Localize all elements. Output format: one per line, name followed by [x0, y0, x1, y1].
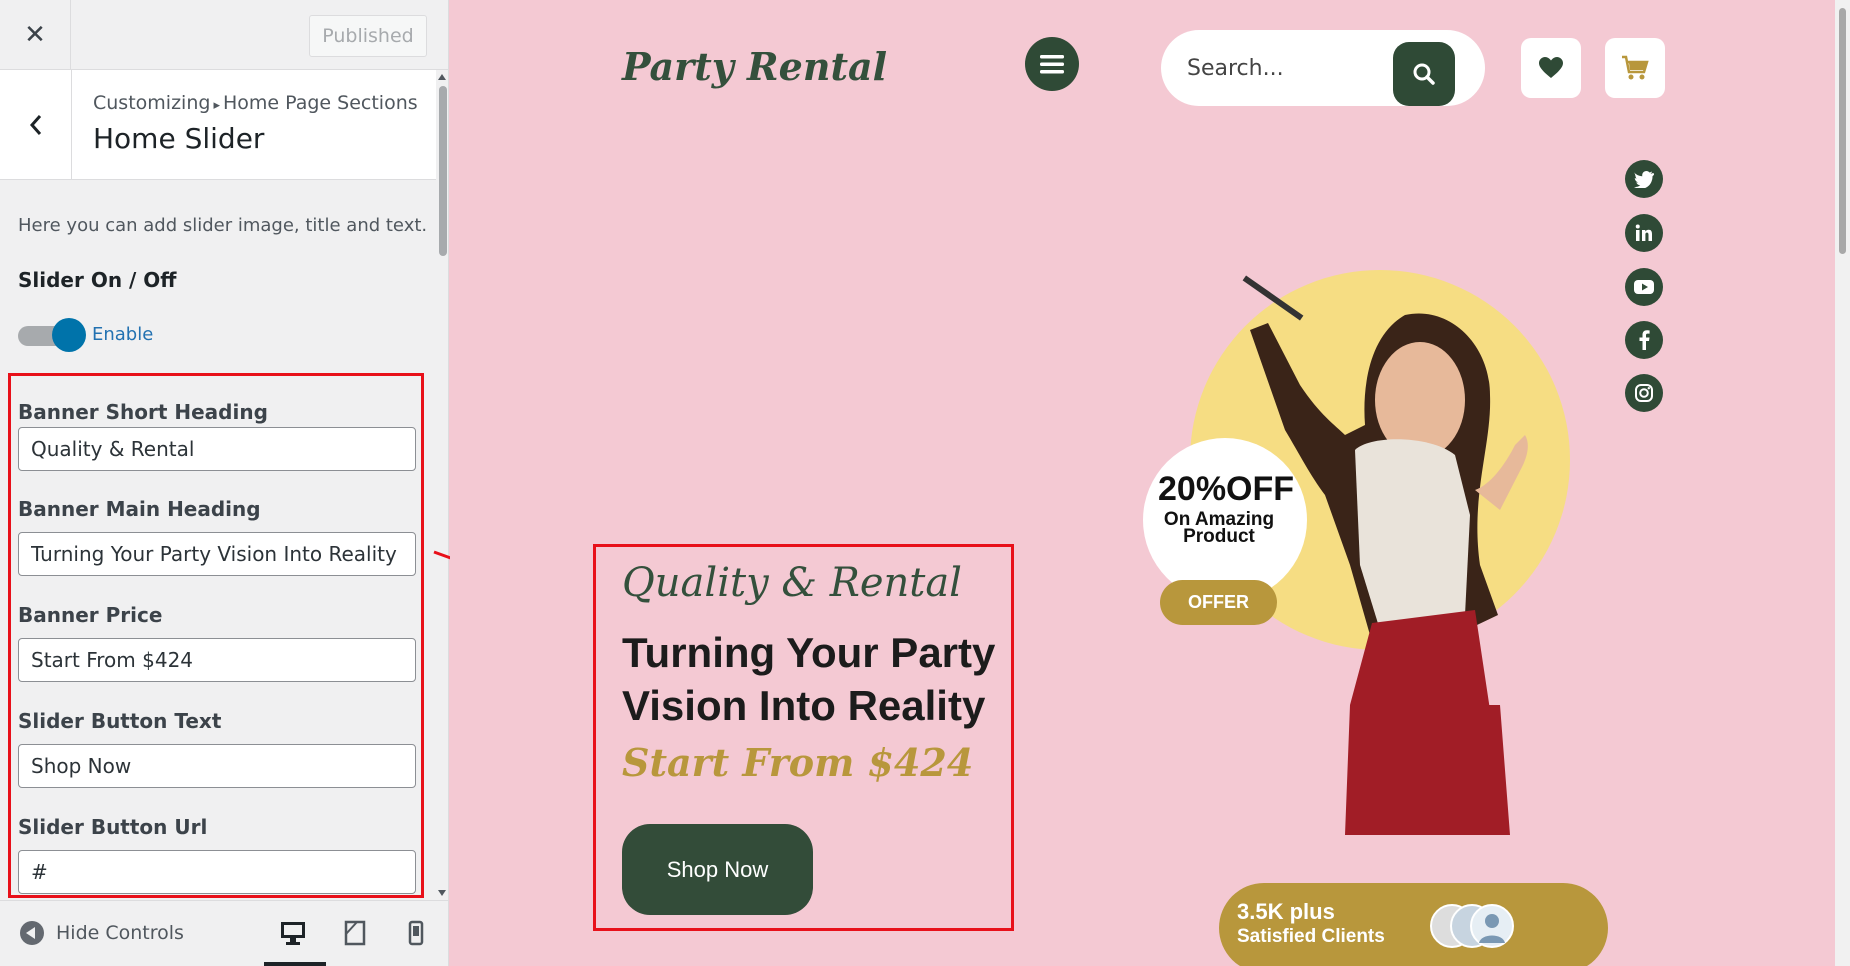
- toggle-knob: [52, 318, 86, 352]
- search-icon[interactable]: [1393, 42, 1455, 106]
- desktop-preview-icon[interactable]: [264, 915, 326, 966]
- banner-short-heading-input[interactable]: [18, 427, 416, 471]
- sidebar-scroll-thumb[interactable]: [439, 86, 447, 256]
- tablet-preview-icon[interactable]: [335, 915, 375, 951]
- slider-toggle[interactable]: [18, 318, 86, 352]
- preview-scroll-thumb[interactable]: [1839, 8, 1846, 254]
- clients-count: 3.5K plus: [1237, 899, 1335, 924]
- breadcrumb-root: Customizing: [93, 92, 211, 114]
- breadcrumb: Customizing ▸ Home Page Sections: [93, 92, 418, 114]
- client-avatars: [1430, 904, 1514, 948]
- banner-main-heading-label: Banner Main Heading: [18, 497, 261, 521]
- site-logo[interactable]: Party Rental: [622, 44, 887, 89]
- customizer-footer: Hide Controls: [0, 900, 448, 966]
- customizer-sidebar: ✕ Published Customizing ▸ Home Page Sectio…: [0, 0, 449, 966]
- clients-label: Satisfied Clients: [1237, 926, 1385, 947]
- hide-controls-button[interactable]: Hide Controls: [20, 921, 184, 945]
- twitter-icon[interactable]: [1625, 160, 1663, 198]
- collapse-icon: [20, 921, 44, 945]
- section-description: Here you can add slider image, title and…: [18, 215, 428, 236]
- mobile-preview-icon[interactable]: [396, 915, 436, 951]
- scroll-down-icon[interactable]: [438, 890, 446, 896]
- hero-price: Start From $424: [622, 740, 974, 785]
- back-icon[interactable]: [0, 70, 72, 180]
- offer-percent: 20%OFF: [1158, 470, 1295, 508]
- breadcrumb-separator: ▸: [213, 98, 220, 113]
- offer-button[interactable]: OFFER: [1160, 580, 1277, 625]
- customizer-topbar: ✕ Published: [0, 0, 448, 70]
- clients-badge: 3.5K plus Satisfied Clients: [1219, 883, 1608, 966]
- cart-icon[interactable]: [1605, 38, 1665, 98]
- banner-price-label: Banner Price: [18, 603, 163, 627]
- scroll-up-icon[interactable]: [438, 74, 446, 80]
- shop-now-button[interactable]: Shop Now: [622, 824, 813, 915]
- slider-button-url-input[interactable]: [18, 850, 416, 894]
- menu-icon[interactable]: [1025, 37, 1079, 91]
- offer-subtext: On Amazing Product: [1163, 509, 1275, 547]
- slider-button-text-input[interactable]: [18, 744, 416, 788]
- slider-button-url-label: Slider Button Url: [18, 815, 208, 839]
- slider-toggle-state: Enable: [92, 324, 154, 345]
- section-header: Customizing ▸ Home Page Sections Home Slid…: [0, 70, 436, 180]
- banner-main-heading-input[interactable]: [18, 532, 416, 576]
- section-title: Home Slider: [93, 122, 265, 155]
- slider-button-text-label: Slider Button Text: [18, 709, 222, 733]
- sidebar-scrollbar[interactable]: [436, 70, 448, 900]
- search-bar: [1161, 30, 1485, 106]
- heart-icon[interactable]: [1521, 38, 1581, 98]
- preview-scrollbar[interactable]: [1835, 0, 1850, 966]
- hero-main-heading: Turning Your Party Vision Into Reality: [622, 629, 996, 729]
- breadcrumb-parent: Home Page Sections: [222, 92, 418, 114]
- banner-short-heading-label: Banner Short Heading: [18, 400, 268, 424]
- published-button[interactable]: Published: [309, 15, 427, 57]
- slider-toggle-label: Slider On / Off: [18, 268, 177, 292]
- hide-controls-label: Hide Controls: [56, 922, 184, 944]
- hero-short-heading: Quality & Rental: [622, 560, 962, 606]
- close-icon[interactable]: ✕: [0, 0, 71, 70]
- banner-price-input[interactable]: [18, 638, 416, 682]
- search-input[interactable]: [1187, 46, 1387, 90]
